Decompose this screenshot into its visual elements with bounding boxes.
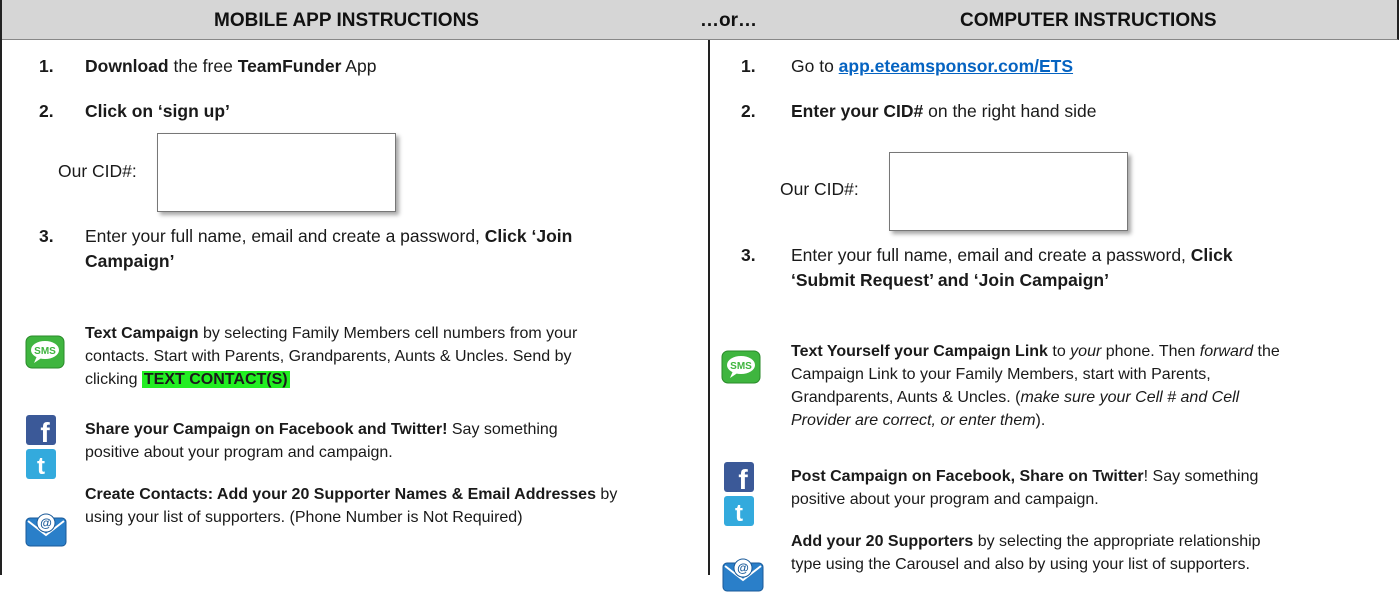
step-number: 3. [741, 245, 756, 265]
svg-text:t: t [735, 500, 743, 527]
mobile-text-campaign: Text Campaign by selecting Family Member… [85, 325, 578, 388]
instructions-sheet: MOBILE APP INSTRUCTIONS …or… COMPUTER IN… [0, 0, 1399, 592]
sms-icon: SMS [721, 350, 761, 384]
step-number: 1. [741, 56, 756, 76]
step-number: 2. [741, 101, 756, 121]
sms-icon: SMS [25, 335, 65, 369]
column-divider [708, 40, 710, 575]
text-contacts-button: TEXT CONTACT(S) [141, 371, 290, 388]
mobile-cid-label: Our CID#: [58, 161, 137, 181]
computer-step-1-text: Go to app.eteamsponsor.com/ETS [791, 56, 1074, 76]
svg-text:t: t [37, 453, 45, 480]
computer-post-campaign: Post Campaign on Facebook, Share on Twit… [791, 468, 1259, 508]
step-number: 1. [39, 56, 54, 76]
step-number: 3. [39, 226, 54, 246]
computer-instructions-title: COMPUTER INSTRUCTIONS [960, 10, 1217, 31]
facebook-icon: f t [26, 415, 56, 480]
svg-text:SMS: SMS [34, 346, 56, 357]
header-bar: MOBILE APP INSTRUCTIONS …or… COMPUTER IN… [2, 0, 1399, 40]
facebook-twitter-icons: f t [723, 461, 755, 527]
computer-cid-label: Our CID#: [780, 179, 859, 199]
mobile-step-1-text: Download the free TeamFunder App [85, 56, 377, 76]
email-icon: @ [24, 510, 68, 548]
facebook-icon: f t [724, 462, 754, 527]
computer-text-yourself: Text Yourself your Campaign Link to your… [791, 343, 1280, 429]
facebook-twitter-icons: f t [25, 414, 57, 480]
computer-step-2-text: Enter your CID# on the right hand side [791, 101, 1097, 121]
email-icon: @ [721, 555, 765, 593]
eteamsponsor-link[interactable]: app.eteamsponsor.com/ETS [839, 56, 1073, 76]
svg-text:f: f [40, 417, 50, 448]
mobile-step-3-text: Enter your full name, email and create a… [85, 226, 573, 271]
mobile-instructions-title: MOBILE APP INSTRUCTIONS [214, 10, 479, 31]
svg-text:f: f [738, 464, 748, 495]
computer-step-3-text: Enter your full name, email and create a… [791, 245, 1233, 290]
computer-add-supporters: Add your 20 Supporters by selecting the … [791, 533, 1261, 573]
or-separator: …or… [700, 10, 757, 31]
svg-text:@: @ [40, 516, 52, 530]
computer-cid-box [889, 152, 1128, 231]
mobile-share-campaign: Share your Campaign on Facebook and Twit… [85, 421, 558, 461]
step-number: 2. [39, 101, 54, 121]
svg-text:SMS: SMS [730, 361, 752, 372]
mobile-step-2-text: Click on ‘sign up’ [85, 101, 230, 121]
svg-text:@: @ [737, 561, 749, 575]
mobile-cid-box [157, 133, 396, 212]
mobile-create-contacts: Create Contacts: Add your 20 Supporter N… [85, 486, 618, 526]
